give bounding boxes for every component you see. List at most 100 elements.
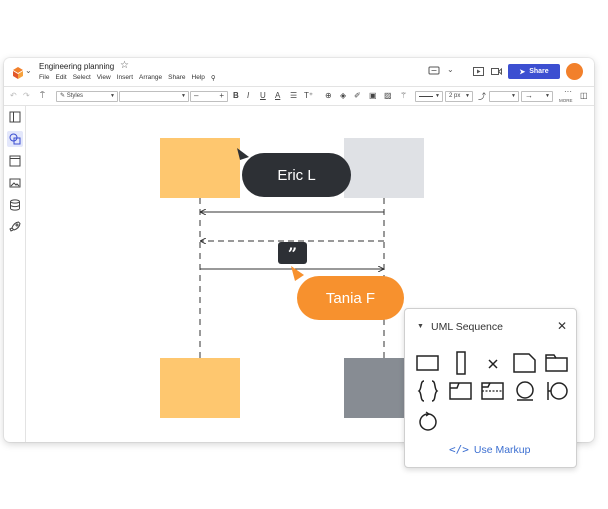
position-icon[interactable]: ⊕ <box>325 91 332 100</box>
text-options-icon[interactable]: T⁺ <box>304 91 313 100</box>
comment-quote-glyph: ” <box>287 243 298 263</box>
uml-boundary-shape-icon[interactable] <box>545 379 569 403</box>
arrow-end-dropdown[interactable]: → ▼ <box>521 91 553 102</box>
line-style-preview <box>419 96 433 97</box>
magic-wand-icon[interactable]: ⚚ <box>400 91 407 100</box>
lifeline-foot-left[interactable] <box>160 358 240 418</box>
arrow-right-icon: → <box>525 91 533 100</box>
menu-select[interactable]: Select <box>73 74 91 82</box>
collaborator-cursor-eric: Eric L <box>242 153 351 197</box>
close-icon[interactable]: ✕ <box>557 319 567 333</box>
menu-share[interactable]: Share <box>168 74 185 82</box>
uml-destroy-shape-icon[interactable] <box>481 351 505 375</box>
document-title[interactable]: Engineering planning <box>39 62 114 71</box>
sidebar-item-integrations[interactable] <box>7 219 23 235</box>
undo-icon[interactable]: ↶ <box>10 91 17 100</box>
menu-bar: File Edit Select View Insert Arrange Sha… <box>39 74 216 82</box>
code-icon: </> <box>449 443 469 456</box>
image-icon[interactable]: ▨ <box>384 91 392 100</box>
uml-alt-fragment-shape-icon[interactable] <box>481 379 505 403</box>
shadow-icon[interactable]: ▣ <box>369 91 377 100</box>
present-icon[interactable] <box>473 67 484 76</box>
sidebar-item-shapes[interactable] <box>7 131 23 147</box>
uml-object-shape-icon[interactable] <box>416 351 440 375</box>
shapes-icon <box>9 133 21 145</box>
menu-arrange[interactable]: Arrange <box>139 74 162 82</box>
uml-note-shape-icon[interactable] <box>513 351 537 375</box>
uml-sequence-panel: ▼ UML Sequence ✕ </> Use Markup <box>404 308 577 468</box>
uml-control-shape-icon[interactable] <box>416 409 440 433</box>
line-color-icon[interactable]: ✐ <box>354 91 361 100</box>
uml-activation-shape-icon[interactable] <box>449 351 473 375</box>
sidebar-item-templates[interactable] <box>7 153 23 169</box>
redo-icon[interactable]: ↷ <box>23 91 30 100</box>
title-bar: ⌄ Engineering planning ☆ File Edit Selec… <box>4 58 594 86</box>
text-color-icon[interactable]: A <box>275 91 280 100</box>
format-painter-icon[interactable]: ⍑ <box>40 91 45 101</box>
font-family-dropdown[interactable]: ▼ <box>119 91 189 102</box>
logo-menu-chevron-icon[interactable]: ⌄ <box>25 66 32 75</box>
stage: ⌄ Engineering planning ☆ File Edit Selec… <box>0 0 608 509</box>
chevron-down-icon: ▼ <box>181 93 186 99</box>
panel-title: UML Sequence <box>431 321 503 333</box>
fill-color-icon[interactable]: ◈ <box>340 91 346 100</box>
font-size-stepper[interactable]: – + <box>190 91 228 102</box>
more-label[interactable]: MORE <box>559 98 573 103</box>
collapse-triangle-icon[interactable]: ▼ <box>417 323 424 330</box>
chevron-down-icon[interactable]: ⌄ <box>447 65 454 74</box>
plus-icon[interactable]: + <box>219 91 224 100</box>
line-style-dropdown[interactable]: ▼ <box>415 91 443 102</box>
styles-label: Styles <box>66 93 84 99</box>
connector-icon[interactable]: ⤴ <box>478 91 486 102</box>
video-icon[interactable] <box>491 67 502 76</box>
image-icon <box>9 178 21 188</box>
avatar[interactable] <box>566 63 583 80</box>
styles-dropdown[interactable]: ✎ Styles ▼ <box>56 91 118 102</box>
rocket-icon <box>9 221 21 232</box>
comment-icon[interactable] <box>428 66 440 76</box>
pages-icon <box>9 111 21 123</box>
menu-edit[interactable]: Edit <box>55 74 66 82</box>
sidebar-item-pages[interactable] <box>7 109 23 125</box>
uml-entity-shape-icon[interactable] <box>513 379 537 403</box>
styles-icon: ✎ <box>60 93 67 99</box>
comment-quote-icon[interactable]: ” <box>278 242 307 264</box>
chevron-down-icon: ▼ <box>465 93 470 99</box>
line-width-dropdown[interactable]: 2 px ▼ <box>445 91 473 102</box>
chevron-down-icon: ▼ <box>435 93 440 99</box>
lifeline-head-right[interactable] <box>344 138 424 198</box>
panel-toggle-icon[interactable]: ◫ <box>580 91 588 100</box>
share-button-label: Share <box>529 68 549 75</box>
lifeline-head-left[interactable] <box>160 138 240 198</box>
underline-icon[interactable]: U <box>260 91 266 100</box>
bold-icon[interactable]: B <box>233 91 239 100</box>
arrow-start-dropdown[interactable]: ▼ <box>489 91 519 102</box>
sidebar-item-data[interactable] <box>7 197 23 213</box>
menu-insert[interactable]: Insert <box>117 74 133 82</box>
chevron-down-icon: ▼ <box>110 93 115 99</box>
binoculars-icon[interactable]: ⚲ <box>211 74 216 82</box>
menu-help[interactable]: Help <box>192 74 205 82</box>
minus-icon[interactable]: – <box>194 91 198 100</box>
uml-frame-shape-icon[interactable] <box>545 351 569 375</box>
template-icon <box>9 155 21 167</box>
menu-file[interactable]: File <box>39 74 49 82</box>
database-icon <box>10 199 20 211</box>
italic-icon[interactable]: I <box>247 91 249 100</box>
use-markup-link[interactable]: </> Use Markup <box>449 443 530 456</box>
align-icon[interactable]: ☰ <box>290 91 297 100</box>
app-logo-icon[interactable] <box>12 67 24 79</box>
send-icon: ➤ <box>519 68 526 76</box>
sidebar-item-images[interactable] <box>7 175 23 191</box>
more-icon[interactable]: ··· <box>564 87 572 96</box>
menu-view[interactable]: View <box>97 74 111 82</box>
share-button[interactable]: ➤ Share <box>508 64 560 79</box>
star-icon[interactable]: ☆ <box>120 60 129 71</box>
format-toolbar: ↶ ↷ ⍑ ✎ Styles ▼ ▼ – + B I U A ☰ T⁺ ⊕ ◈ … <box>4 86 594 106</box>
line-width-value: 2 px <box>449 93 461 99</box>
chevron-down-icon: ▼ <box>545 93 550 99</box>
uml-constraint-braces-icon[interactable] <box>416 379 440 403</box>
collaborator-name-eric: Eric L <box>277 166 316 184</box>
uml-fragment-shape-icon[interactable] <box>449 379 473 403</box>
chevron-down-icon: ▼ <box>511 93 516 99</box>
